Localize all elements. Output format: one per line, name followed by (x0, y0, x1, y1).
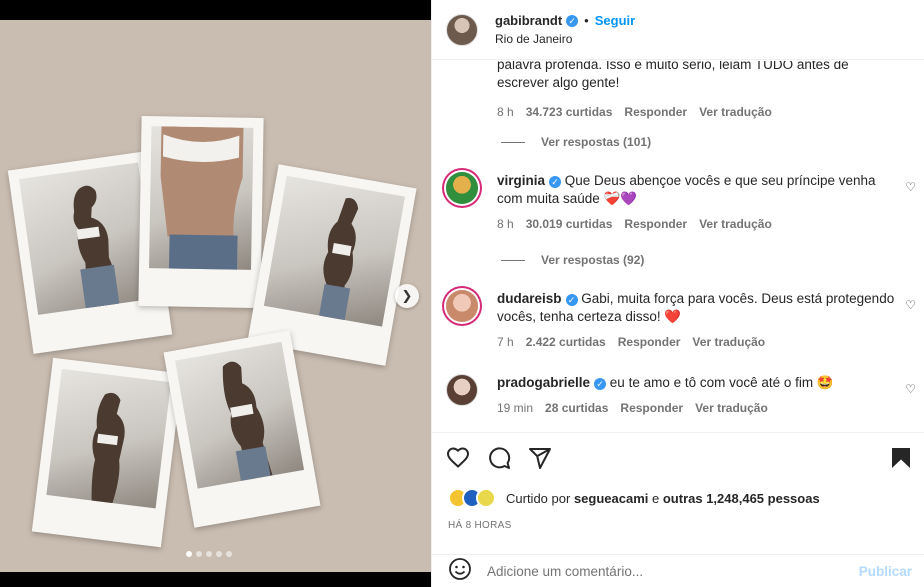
verified-icon: ✓ (594, 378, 607, 390)
comment-username[interactable]: dudareisb (497, 291, 562, 306)
likes-prefix: Curtido por (506, 490, 571, 506)
carousel-dot (216, 551, 222, 557)
comment-username[interactable]: pradogabrielle (497, 375, 590, 390)
follow-button[interactable]: Seguir (595, 13, 635, 28)
post-media: ❯ (0, 0, 431, 587)
liker-username[interactable]: segueacami (574, 491, 648, 506)
polaroid-photo (138, 115, 264, 309)
chevron-right-icon[interactable]: ❯ (395, 284, 419, 308)
comments-list[interactable]: palavra profenda. Isso é muito sério, le… (432, 61, 924, 431)
post-time[interactable]: HÁ 8 HORAS (448, 520, 512, 531)
reply-button[interactable]: Responder (618, 335, 681, 349)
polaroid-photo (163, 330, 321, 528)
comment-likes[interactable]: 34.723 curtidas (526, 105, 613, 119)
heart-icon[interactable]: ♡ (905, 298, 916, 312)
polaroid-photo (31, 357, 183, 548)
comment-item: pradogabrielle ✓ eu te amo e tô com você … (446, 374, 916, 415)
avatar[interactable] (446, 290, 478, 322)
bookmark-icon[interactable] (890, 446, 912, 470)
comment-likes[interactable]: 2.422 curtidas (526, 335, 606, 349)
avatar[interactable] (446, 13, 478, 46)
reply-button[interactable]: Responder (624, 105, 687, 119)
verified-icon: ✓ (565, 294, 578, 306)
heart-icon[interactable] (446, 446, 470, 470)
translate-button[interactable]: Ver tradução (695, 401, 768, 415)
comment-emoji: ❤️‍🩹💜 (603, 191, 638, 206)
add-comment-bar: Publicar (432, 554, 924, 587)
comment-emoji: ❤️ (664, 309, 682, 324)
translate-button[interactable]: Ver tradução (692, 335, 765, 349)
share-icon[interactable] (528, 446, 552, 470)
comment-text: eu te amo e tô com você até o fim (609, 375, 814, 390)
avatar[interactable] (476, 488, 496, 508)
carousel-dot (186, 551, 192, 557)
comment-time: 8 h (497, 217, 514, 231)
post-photo (0, 20, 431, 572)
verified-icon: ✓ (549, 176, 562, 188)
comment-text: palavra profenda. Isso é muito sério, le… (497, 61, 849, 90)
translate-button[interactable]: Ver tradução (699, 105, 772, 119)
verified-icon: ✓ (566, 14, 579, 27)
location-link[interactable]: Rio de Janeiro (495, 32, 635, 46)
carousel-dot (196, 551, 202, 557)
publish-button[interactable]: Publicar (859, 564, 912, 579)
comment-time: 19 min (497, 401, 534, 415)
heart-icon[interactable]: ♡ (905, 180, 916, 194)
reply-button[interactable]: Responder (624, 217, 687, 231)
comment-emoji: 🤩 (816, 375, 834, 390)
likes-summary: Curtido por segueacami e outras 1,248,46… (448, 488, 820, 508)
comment-input[interactable] (487, 564, 847, 579)
author-username[interactable]: gabibrandt (495, 13, 562, 28)
likes-middle: e (652, 490, 660, 506)
emoji-icon[interactable] (448, 557, 472, 586)
carousel-dot (226, 551, 232, 557)
view-replies-button[interactable]: Ver respostas (101) (501, 135, 651, 149)
comment-time: 8 h (497, 105, 514, 119)
reply-button[interactable]: Responder (620, 401, 683, 415)
comment-icon[interactable] (487, 446, 511, 470)
comment-item: dudareisb ✓ Gabi, muita força para vocês.… (446, 290, 916, 349)
likes-count[interactable]: outras 1,248,465 pessoas (663, 491, 820, 506)
comment-username[interactable]: virginia (497, 173, 545, 188)
comment-likes[interactable]: 30.019 curtidas (526, 217, 613, 231)
comment-time: 7 h (497, 335, 514, 349)
carousel-dots (186, 551, 232, 557)
comment-item: virginia ✓ Que Deus abençoe vocês e que s… (446, 172, 916, 231)
comment-likes[interactable]: 28 curtidas (545, 401, 608, 415)
avatar[interactable] (446, 374, 478, 406)
separator: • (584, 13, 589, 28)
post-panel: gabibrandt ✓ • Seguir Rio de Janeiro pal… (431, 0, 924, 587)
post-actions: Curtido por segueacami e outras 1,248,46… (432, 432, 924, 587)
view-replies-button[interactable]: Ver respostas (92) (501, 253, 644, 267)
translate-button[interactable]: Ver tradução (699, 217, 772, 231)
carousel-dot (206, 551, 212, 557)
avatar[interactable] (446, 172, 478, 204)
post-header: gabibrandt ✓ • Seguir Rio de Janeiro (432, 0, 924, 60)
heart-icon[interactable]: ♡ (905, 382, 916, 396)
